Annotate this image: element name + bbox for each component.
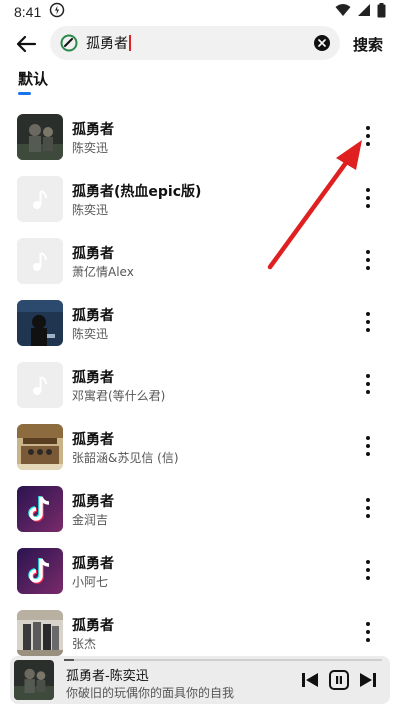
song-artist: 萧亿情Alex xyxy=(72,265,134,279)
song-row[interactable]: 孤勇者 小阿七 xyxy=(0,540,400,602)
more-options-button[interactable] xyxy=(358,124,378,148)
song-artist: 陈奕迅 xyxy=(72,141,109,155)
song-row[interactable]: 孤勇者 张韶涵&苏见信 (信) xyxy=(0,416,400,478)
more-options-button[interactable] xyxy=(358,310,378,334)
album-cover xyxy=(17,424,63,470)
song-artist: 陈奕迅 xyxy=(72,327,109,341)
pause-button[interactable] xyxy=(329,670,349,690)
song-title: 孤勇者 xyxy=(72,432,114,448)
tiktok-logo-icon xyxy=(17,486,63,532)
sync-icon xyxy=(49,2,65,22)
album-cover xyxy=(17,176,63,222)
search-button[interactable]: 搜索 xyxy=(353,34,383,55)
more-options-button[interactable] xyxy=(358,496,378,520)
text-cursor xyxy=(129,35,131,51)
search-input[interactable]: 孤勇者 xyxy=(50,26,340,60)
music-note-icon xyxy=(33,252,47,271)
mini-player[interactable]: 孤勇者-陈奕迅 你破旧的玩偶你的面具你的自我 xyxy=(10,656,390,704)
tab-indicator xyxy=(18,92,31,95)
clear-icon[interactable] xyxy=(314,35,330,51)
song-title: 孤勇者 xyxy=(72,494,114,510)
previous-icon xyxy=(302,673,318,687)
album-cover xyxy=(17,548,63,594)
music-note-icon xyxy=(33,190,47,209)
search-query[interactable]: 孤勇者 xyxy=(86,33,128,53)
back-button[interactable] xyxy=(14,32,38,56)
signal-icon xyxy=(357,3,371,21)
song-row[interactable]: 孤勇者 萧亿情Alex xyxy=(0,230,400,292)
song-title: 孤勇者 xyxy=(72,246,114,262)
album-cover xyxy=(17,238,63,284)
album-cover xyxy=(17,362,63,408)
battery-icon xyxy=(377,2,386,22)
song-artist: 邓寓君(等什么君) xyxy=(72,389,166,403)
progress-fill xyxy=(64,659,74,661)
status-time: 8:41 xyxy=(14,4,42,20)
album-cover xyxy=(17,610,63,656)
song-title: 孤勇者 xyxy=(72,556,114,572)
song-artist: 小阿七 xyxy=(72,575,109,589)
song-artist: 张杰 xyxy=(72,637,97,651)
app-logo-icon xyxy=(60,34,78,52)
back-arrow-icon xyxy=(16,35,37,53)
song-artist: 陈奕迅 xyxy=(72,203,109,217)
album-cover xyxy=(17,114,63,160)
more-options-button[interactable] xyxy=(358,434,378,458)
wifi-icon xyxy=(335,3,351,21)
song-title: 孤勇者 xyxy=(72,122,114,138)
search-row: 孤勇者 搜索 xyxy=(0,26,400,62)
tiktok-logo-icon xyxy=(17,548,63,594)
more-options-button[interactable] xyxy=(358,372,378,396)
music-note-icon xyxy=(33,376,47,395)
song-title: 孤勇者(热血epic版) xyxy=(72,184,202,200)
album-cover xyxy=(17,300,63,346)
song-row[interactable]: 孤勇者 张杰 xyxy=(0,602,400,664)
playback-progress[interactable] xyxy=(64,659,382,661)
album-cover xyxy=(17,486,63,532)
song-title: 孤勇者 xyxy=(72,308,114,324)
more-options-button[interactable] xyxy=(358,558,378,582)
song-title: 孤勇者 xyxy=(72,370,114,386)
previous-button[interactable] xyxy=(300,670,320,690)
song-row[interactable]: 孤勇者(热血epic版) 陈奕迅 xyxy=(0,168,400,230)
song-row[interactable]: 孤勇者 金润吉 xyxy=(0,478,400,540)
more-options-button[interactable] xyxy=(358,186,378,210)
song-artist: 金润吉 xyxy=(72,513,109,527)
song-row[interactable]: 孤勇者 邓寓君(等什么君) xyxy=(0,354,400,416)
tab-default[interactable]: 默认 xyxy=(18,68,48,89)
now-playing-lyric: 你破旧的玩偶你的面具你的自我 xyxy=(66,686,235,700)
song-artist: 张韶涵&苏见信 (信) xyxy=(72,451,179,465)
song-row[interactable]: 孤勇者 陈奕迅 xyxy=(0,106,400,168)
now-playing-cover xyxy=(14,660,54,700)
now-playing-title: 孤勇者-陈奕迅 xyxy=(66,669,149,684)
pause-icon xyxy=(329,670,349,690)
next-icon xyxy=(360,673,376,687)
more-options-button[interactable] xyxy=(358,620,378,644)
more-options-button[interactable] xyxy=(358,248,378,272)
next-button[interactable] xyxy=(358,670,378,690)
song-row[interactable]: 孤勇者 陈奕迅 xyxy=(0,292,400,354)
song-title: 孤勇者 xyxy=(72,618,114,634)
status-bar: 8:41 xyxy=(0,0,400,24)
